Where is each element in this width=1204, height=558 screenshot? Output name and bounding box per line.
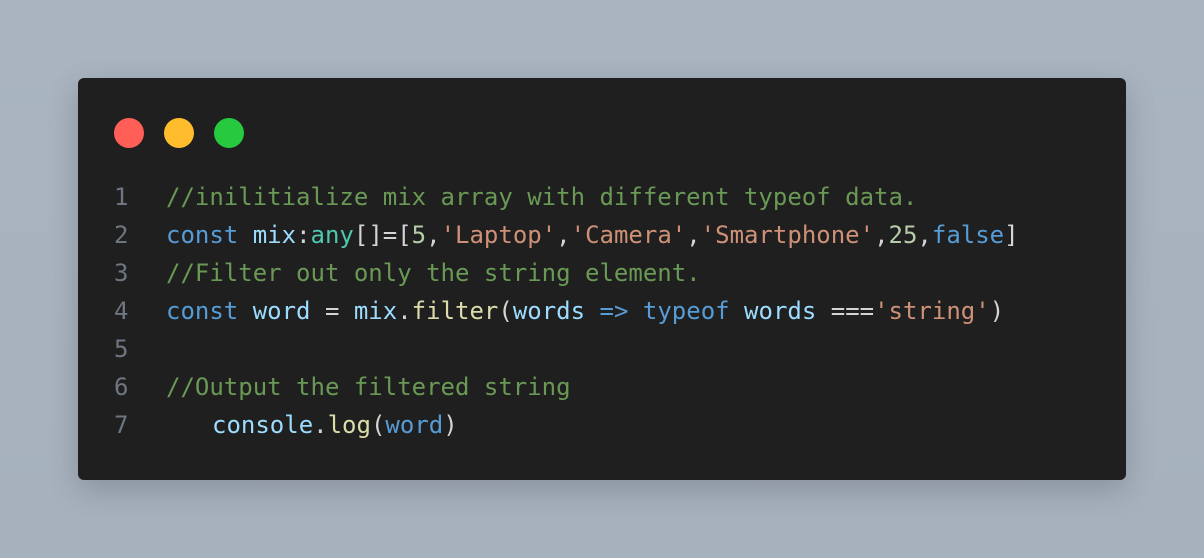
comment: //Filter out only the string element. [166, 259, 701, 287]
punctuation: , [686, 221, 701, 249]
keyword: const [166, 297, 239, 325]
operator: = [324, 297, 340, 325]
line-number: 5 [114, 335, 129, 363]
punctuation: . [397, 297, 412, 325]
code-window: 1 //inilitialize mix array with differen… [78, 78, 1126, 480]
string: 'Laptop' [440, 221, 557, 249]
window-controls [114, 118, 244, 148]
object: console [212, 411, 314, 439]
punctuation: : [296, 221, 311, 249]
code-line-7: 7 console.log(word) [114, 406, 1114, 444]
line-number: 7 [114, 411, 129, 439]
comment: //inilitialize mix array with different … [166, 183, 918, 211]
type: any [310, 221, 354, 249]
line-number: 6 [114, 373, 129, 401]
string: 'string' [874, 297, 990, 325]
punctuation: ( [498, 297, 513, 325]
close-dot-icon[interactable] [114, 118, 144, 148]
number: 5 [411, 221, 427, 249]
code-line-1: 1 //inilitialize mix array with differen… [114, 178, 1114, 216]
punctuation: ( [370, 411, 386, 439]
boolean: false [931, 221, 1005, 249]
code-block: 1 //inilitialize mix array with differen… [114, 178, 1114, 444]
punctuation: . [313, 411, 328, 439]
line-number: 4 [114, 297, 129, 325]
line-number: 2 [114, 221, 129, 249]
code-line-5: 5 [114, 330, 1114, 368]
operator: === [830, 297, 875, 325]
punctuation: , [556, 221, 571, 249]
number: 25 [888, 221, 918, 249]
string: 'Smartphone' [700, 221, 875, 249]
punctuation: []=[ [353, 221, 412, 249]
variable: mix [353, 297, 398, 325]
line-number: 1 [114, 183, 129, 211]
minimize-dot-icon[interactable] [164, 118, 194, 148]
parameter: words [744, 297, 817, 325]
code-line-4: 4 const word = mix.filter(words => typeo… [114, 292, 1114, 330]
code-line-6: 6 //Output the filtered string [114, 368, 1114, 406]
punctuation: ) [443, 411, 458, 439]
comment: //Output the filtered string [166, 373, 571, 401]
code-line-3: 3 //Filter out only the string element. [114, 254, 1114, 292]
punctuation: , [917, 221, 932, 249]
function: filter [411, 297, 499, 325]
arrow-operator: => [599, 297, 629, 325]
function: log [327, 411, 371, 439]
variable: word [252, 297, 311, 325]
variable: mix [252, 221, 297, 249]
punctuation: ) [989, 297, 1005, 325]
punctuation: , [874, 221, 889, 249]
keyword: const [166, 221, 239, 249]
code-line-2: 2 const mix:any[]=[5,'Laptop','Camera','… [114, 216, 1114, 254]
punctuation: , [426, 221, 441, 249]
argument: word [385, 411, 444, 439]
maximize-dot-icon[interactable] [214, 118, 244, 148]
keyword: typeof [642, 297, 730, 325]
punctuation: ] [1004, 221, 1019, 249]
line-number: 3 [114, 259, 129, 287]
string: 'Camera' [570, 221, 687, 249]
parameter: words [512, 297, 586, 325]
